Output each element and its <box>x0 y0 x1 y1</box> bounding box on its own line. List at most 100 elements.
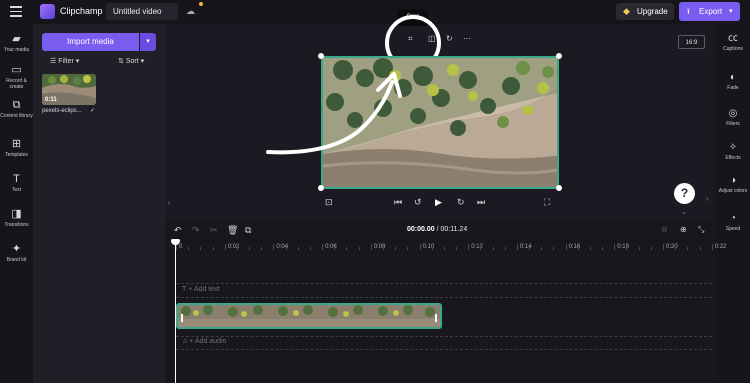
zoom-out-icon[interactable]: ⊖ <box>661 225 668 234</box>
ruler-minor-tick <box>456 247 458 250</box>
speed-icon: ◔ <box>729 213 737 224</box>
skip-back-icon[interactable]: ⏮ <box>394 197 402 208</box>
ruler-minor-tick <box>431 247 433 250</box>
resize-handle-top-left[interactable] <box>318 53 324 59</box>
upgrade-button[interactable]: ◆ Upgrade <box>616 3 674 20</box>
duplicate-icon[interactable]: ⧉ <box>245 225 251 236</box>
no-caption-icon[interactable]: ⊡ <box>325 197 333 208</box>
add-text-track[interactable]: T + Add text <box>182 286 220 293</box>
ruler-minor-tick <box>699 247 701 250</box>
property-adjust-colors[interactable]: ◑ Adjust colors <box>716 175 750 194</box>
sidebar-item-text[interactable]: T Text <box>0 173 33 193</box>
help-button[interactable]: ? <box>674 183 695 204</box>
property-fade[interactable]: ◐ Fade <box>716 72 750 91</box>
play-icon[interactable]: ▶ <box>435 197 442 208</box>
ruler-label: 0 <box>179 244 183 250</box>
filter-label: Filter <box>58 58 74 65</box>
property-label: Captions <box>723 46 743 52</box>
annotation-arrow-icon <box>266 72 402 155</box>
sidebar-item-label: Record & create <box>6 78 27 90</box>
resize-handle-bottom-left[interactable] <box>318 185 324 191</box>
upload-icon: ⭱ <box>687 7 690 16</box>
ruler-tick <box>468 244 470 250</box>
resize-handle-bottom-right[interactable] <box>556 185 562 191</box>
chevron-down-icon: ▾ <box>146 38 150 45</box>
sidebar-item-brand-kit[interactable]: ✦ Brand kit <box>0 243 33 263</box>
filter-button[interactable]: ☰ Filter ▾ <box>50 57 79 65</box>
property-captions[interactable]: ㏄ Captions <box>716 33 750 52</box>
top-bar: Clipchamp Untitled video ☁ ◆ Upgrade ⭱ E… <box>0 0 750 24</box>
ruler-tick <box>614 244 616 250</box>
split-icon[interactable]: ✂ <box>210 225 218 236</box>
expand-panel-icon[interactable]: › <box>706 196 708 203</box>
collapse-panel-icon[interactable]: ‹ <box>165 196 173 212</box>
property-label: Fade <box>727 85 739 91</box>
aspect-ratio-button[interactable]: 16:9 <box>678 35 705 49</box>
chevron-down-icon[interactable]: ⌄ <box>681 208 687 216</box>
sort-button[interactable]: ⇅ Sort ▾ <box>118 57 144 65</box>
sidebar-item-record-create[interactable]: ▭ Record & create <box>0 64 33 90</box>
fullscreen-icon[interactable]: ⛶ <box>544 197 550 208</box>
skip-forward-icon[interactable]: ⏭ <box>477 197 485 208</box>
current-time: 00:00.00 <box>407 226 435 233</box>
property-label: Speed <box>725 226 741 232</box>
ruler-minor-tick <box>577 247 579 250</box>
import-options-button[interactable]: ▾ <box>140 33 156 51</box>
ruler-tick <box>516 244 518 250</box>
forward-5-icon[interactable]: ↻ <box>457 197 465 208</box>
ruler-label: 0:22 <box>714 244 727 250</box>
media-asset-thumbnail[interactable]: 0:11 <box>42 74 96 105</box>
rotate-icon[interactable]: ↻ <box>446 34 453 43</box>
ruler-minor-tick <box>541 247 543 250</box>
clipchamp-logo-icon <box>40 4 55 19</box>
sync-warning-dot <box>199 2 203 6</box>
zoom-in-icon[interactable]: ⊕ <box>680 225 687 234</box>
undo-icon[interactable]: ↶ <box>174 225 182 236</box>
playhead[interactable] <box>175 241 176 383</box>
import-media-button[interactable]: Import media <box>42 33 139 51</box>
delete-icon[interactable]: 🗑 <box>227 225 238 236</box>
ruler-minor-tick <box>687 247 689 250</box>
sidebar-item-templates[interactable]: ⊞ Templates <box>0 138 33 158</box>
add-text-label: + Add text <box>188 286 220 293</box>
text-track-icon: T <box>182 286 187 293</box>
sort-icon: ⇅ <box>118 58 124 65</box>
upgrade-label: Upgrade <box>637 7 668 16</box>
more-options-icon[interactable]: ⋯ <box>463 34 471 43</box>
chevron-down-icon: ▾ <box>729 8 733 15</box>
menu-icon[interactable] <box>10 6 22 17</box>
rewind-5-icon[interactable]: ↺ <box>414 197 422 208</box>
video-clip[interactable] <box>176 303 442 329</box>
ruler-minor-tick <box>236 247 238 250</box>
ruler-tick <box>419 244 421 250</box>
property-speed[interactable]: ◔ Speed <box>716 213 750 232</box>
library-icon: ⧉ <box>12 99 21 111</box>
ruler-tick <box>711 244 713 250</box>
captions-icon: ㏄ <box>728 33 738 44</box>
music-note-icon: ♫ <box>182 338 188 345</box>
export-button[interactable]: ⭱ Export ▾ <box>679 2 740 21</box>
property-filters[interactable]: ◎ Filters <box>716 108 750 127</box>
fit-timeline-icon[interactable]: ⤡ <box>698 225 704 235</box>
clip-trim-handle-right[interactable] <box>435 314 437 322</box>
resize-handle-top-right[interactable] <box>556 53 562 59</box>
add-audio-track[interactable]: ♫ + Add audio <box>182 338 226 345</box>
sidebar-item-content-library[interactable]: ⧉ Content library <box>0 99 33 119</box>
text-icon: T <box>13 173 20 185</box>
ruler-tick <box>224 244 226 250</box>
ruler-minor-tick <box>382 247 384 250</box>
diamond-icon: ◆ <box>623 6 630 16</box>
cloud-sync-icon[interactable]: ☁ <box>186 6 195 17</box>
ruler-minor-tick <box>589 247 591 250</box>
property-label: Adjust colors <box>718 188 748 194</box>
redo-icon[interactable]: ↷ <box>192 225 200 236</box>
sidebar-item-your-media[interactable]: ▰ Your media <box>0 33 33 53</box>
property-effects[interactable]: ✧ Effects <box>716 142 750 161</box>
project-title-input[interactable]: Untitled video <box>106 3 178 20</box>
ruler-minor-tick <box>297 247 299 250</box>
check-icon: ✓ <box>90 108 96 114</box>
sidebar-item-transitions[interactable]: ◨ Transitions <box>0 208 33 228</box>
clip-trim-handle-left[interactable] <box>181 314 183 322</box>
ruler-minor-tick <box>212 247 214 250</box>
ruler-minor-tick <box>395 247 397 250</box>
